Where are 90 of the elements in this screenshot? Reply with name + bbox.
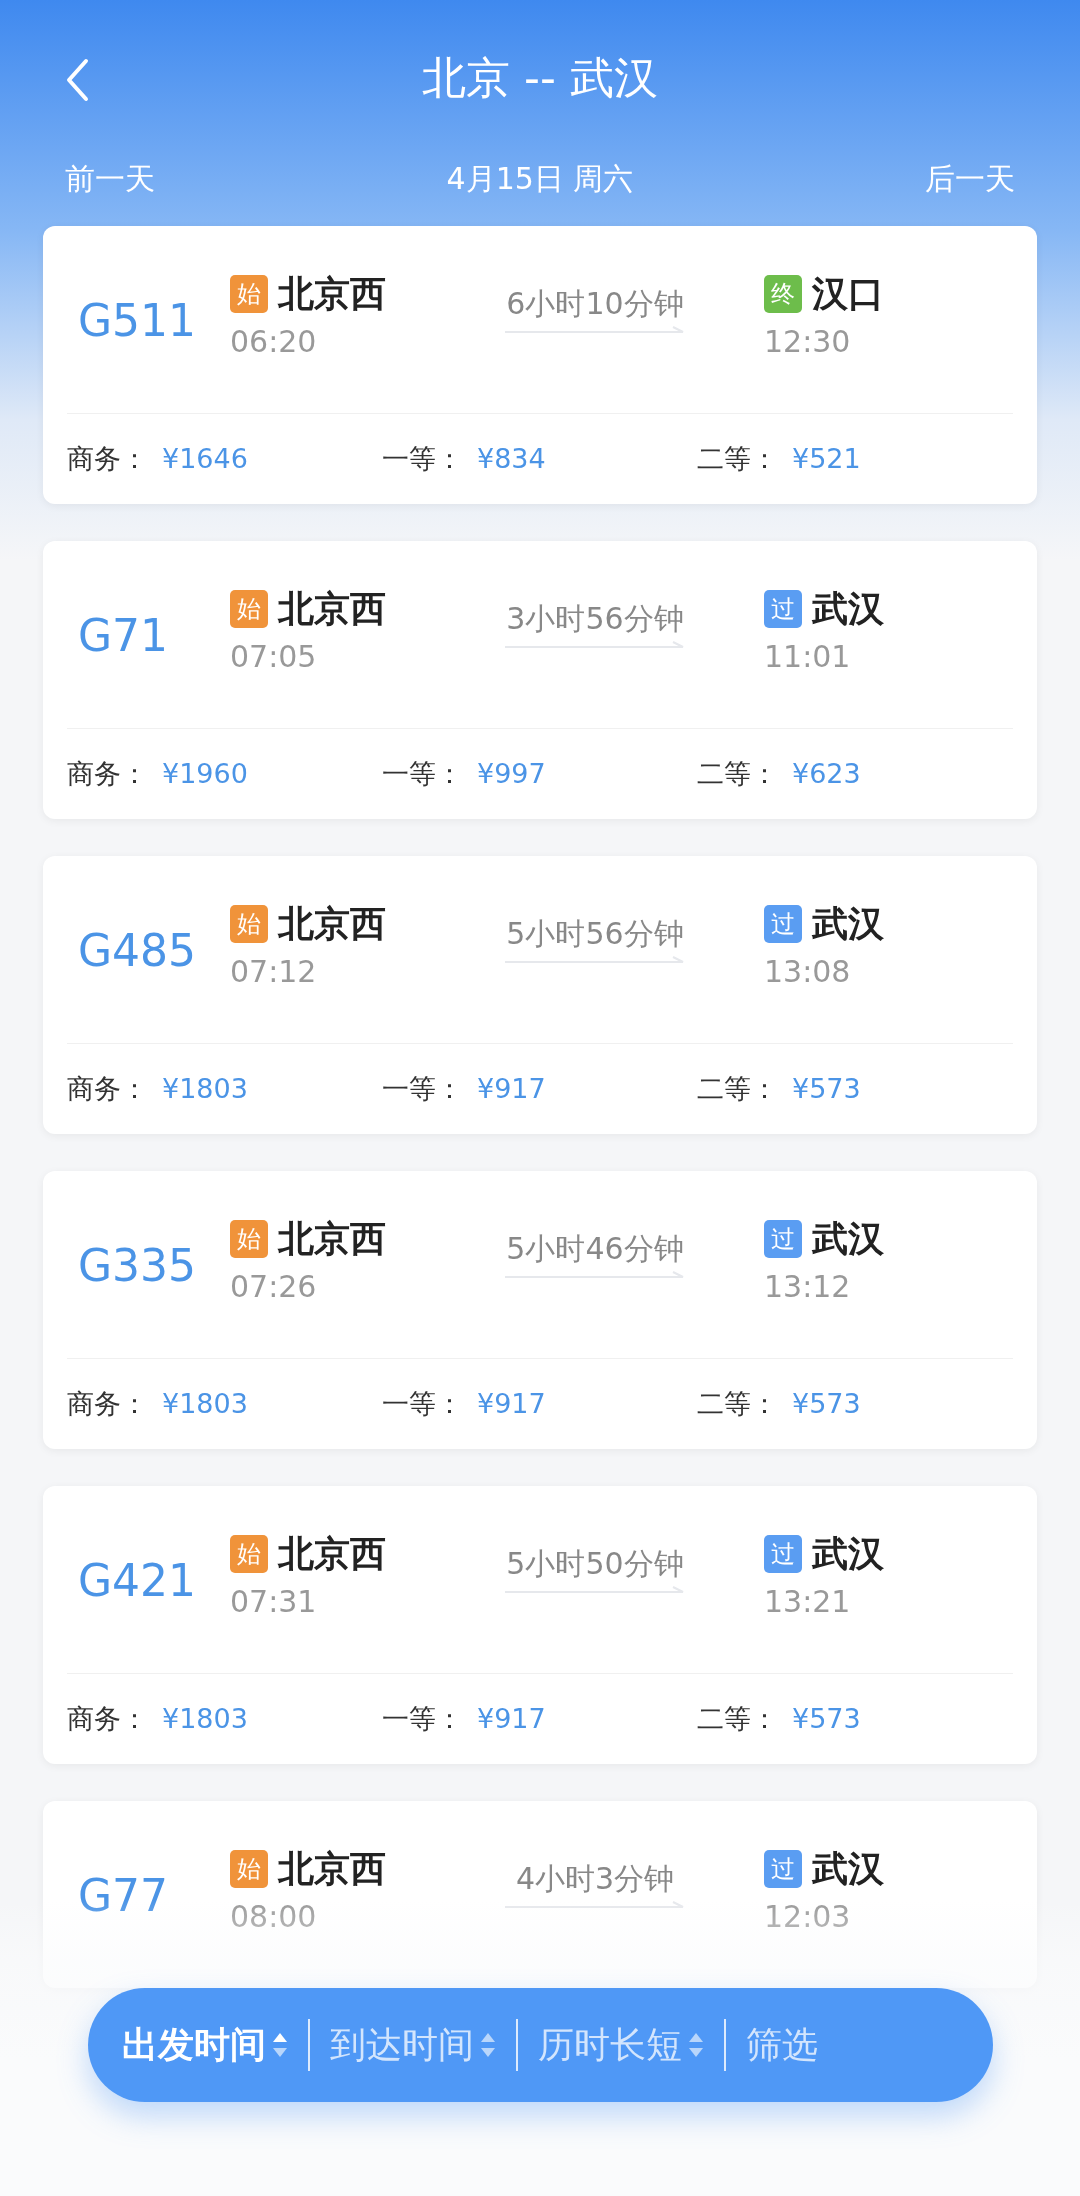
station-name: 北京西 — [278, 902, 386, 946]
price: ¥1646 — [162, 441, 248, 476]
time: 11:01 — [764, 638, 851, 676]
station-name: 北京西 — [278, 272, 386, 316]
seat-class: 商务： — [67, 1071, 148, 1106]
time: 13:21 — [764, 1583, 851, 1621]
station-name: 北京西 — [278, 1532, 386, 1576]
station-badge: 过 — [764, 1850, 802, 1888]
station-name: 北京西 — [278, 1217, 386, 1261]
station-name: 武汉 — [812, 1532, 884, 1576]
seat-class: 商务： — [67, 441, 148, 476]
train-number: G77 — [77, 1871, 170, 1921]
seat-class: 二等： — [697, 1071, 778, 1106]
train-number: G421 — [77, 1556, 198, 1606]
seat-class: 商务： — [67, 756, 148, 791]
duration: 4小时3分钟 — [515, 1860, 675, 1898]
seat-class: 二等： — [697, 756, 778, 791]
route-title: 北京 -- 武汉 — [422, 51, 658, 105]
duration: 5小时46分钟 — [506, 1230, 684, 1268]
train-card[interactable]: G421 始 北京西 07:31 5小时50分钟 过 武汉 13:21 商务： ¥1803 一等： ¥917 二等： ¥573 — [43, 1486, 1037, 1764]
duration: 6小时10分钟 — [506, 285, 684, 323]
price: ¥1803 — [162, 1701, 248, 1736]
date: 4月15日 周六 — [446, 159, 634, 198]
train-number: G335 — [77, 1241, 198, 1291]
seat-class: 一等： — [382, 1701, 463, 1736]
seat-class: 商务： — [67, 1386, 148, 1421]
time: 12:30 — [764, 323, 851, 361]
sort-arrows-icon — [480, 2031, 496, 2059]
time: 13:12 — [764, 1268, 851, 1306]
train-card[interactable]: G511 始 北京西 06:20 6小时10分钟 终 汉口 12:30 商务： ¥1646 一等： ¥834 二等： ¥521 — [43, 226, 1037, 504]
seat-class: 二等： — [697, 1701, 778, 1736]
station-badge: 过 — [764, 1220, 802, 1258]
station-badge: 始 — [230, 590, 268, 628]
price: ¥623 — [792, 756, 861, 791]
price: ¥1960 — [162, 756, 248, 791]
station-name: 武汉 — [812, 587, 884, 631]
seat-class: 商务： — [67, 1701, 148, 1736]
sort-arrows-icon — [272, 2031, 288, 2059]
price: ¥1803 — [162, 1386, 248, 1421]
price: ¥1803 — [162, 1071, 248, 1106]
time: 12:03 — [764, 1898, 851, 1936]
station-badge: 过 — [764, 590, 802, 628]
time: 07:12 — [230, 953, 317, 991]
price: ¥997 — [477, 756, 546, 791]
station-badge: 终 — [764, 275, 802, 313]
seat-class: 一等： — [382, 1071, 463, 1106]
duration: 3小时56分钟 — [506, 600, 684, 638]
train-card[interactable]: G335 始 北京西 07:26 5小时46分钟 过 武汉 13:12 商务： ¥1803 一等： ¥917 二等： ¥573 — [43, 1171, 1037, 1449]
time: 07:26 — [230, 1268, 317, 1306]
back-icon — [65, 58, 89, 102]
seat-class: 一等： — [382, 441, 463, 476]
train-number: G511 — [77, 296, 198, 346]
time: 13:08 — [764, 953, 851, 991]
station-name: 武汉 — [812, 902, 884, 946]
duration: 5小时50分钟 — [506, 1545, 684, 1583]
train-number: G71 — [77, 611, 170, 661]
station-badge: 始 — [230, 1220, 268, 1258]
price: ¥573 — [792, 1071, 861, 1106]
train-card[interactable]: G71 始 北京西 07:05 3小时56分钟 过 武汉 11:01 商务： ¥1960 一等： ¥997 二等： ¥623 — [43, 541, 1037, 819]
station-badge: 始 — [230, 1850, 268, 1888]
station-name: 武汉 — [812, 1847, 884, 1891]
price: ¥917 — [477, 1071, 546, 1106]
seat-class: 一等： — [382, 1386, 463, 1421]
station-badge: 始 — [230, 905, 268, 943]
time: 06:20 — [230, 323, 317, 361]
station-badge: 始 — [230, 275, 268, 313]
price: ¥573 — [792, 1386, 861, 1421]
price: ¥917 — [477, 1386, 546, 1421]
station-badge: 过 — [764, 905, 802, 943]
train-card[interactable]: G77 始 北京西 08:00 4小时3分钟 过 武汉 12:03 — [43, 1801, 1037, 1988]
duration: 5小时56分钟 — [506, 915, 684, 953]
train-card[interactable]: G485 始 北京西 07:12 5小时56分钟 过 武汉 13:08 商务： ¥1803 一等： ¥917 二等： ¥573 — [43, 856, 1037, 1134]
sort-arrows-icon — [688, 2031, 704, 2059]
seat-class: 一等： — [382, 756, 463, 791]
price: ¥573 — [792, 1701, 861, 1736]
station-badge: 始 — [230, 1535, 268, 1573]
station-name: 北京西 — [278, 587, 386, 631]
station-badge: 过 — [764, 1535, 802, 1573]
train-number: G485 — [77, 926, 198, 976]
price: ¥521 — [792, 441, 861, 476]
station-name: 汉口 — [812, 272, 884, 316]
time: 07:05 — [230, 638, 317, 676]
station-name: 北京西 — [278, 1847, 386, 1891]
time: 08:00 — [230, 1898, 317, 1936]
station-name: 武汉 — [812, 1217, 884, 1261]
price: ¥917 — [477, 1701, 546, 1736]
seat-class: 二等： — [697, 1386, 778, 1421]
time: 07:31 — [230, 1583, 317, 1621]
price: ¥834 — [477, 441, 546, 476]
seat-class: 二等： — [697, 441, 778, 476]
